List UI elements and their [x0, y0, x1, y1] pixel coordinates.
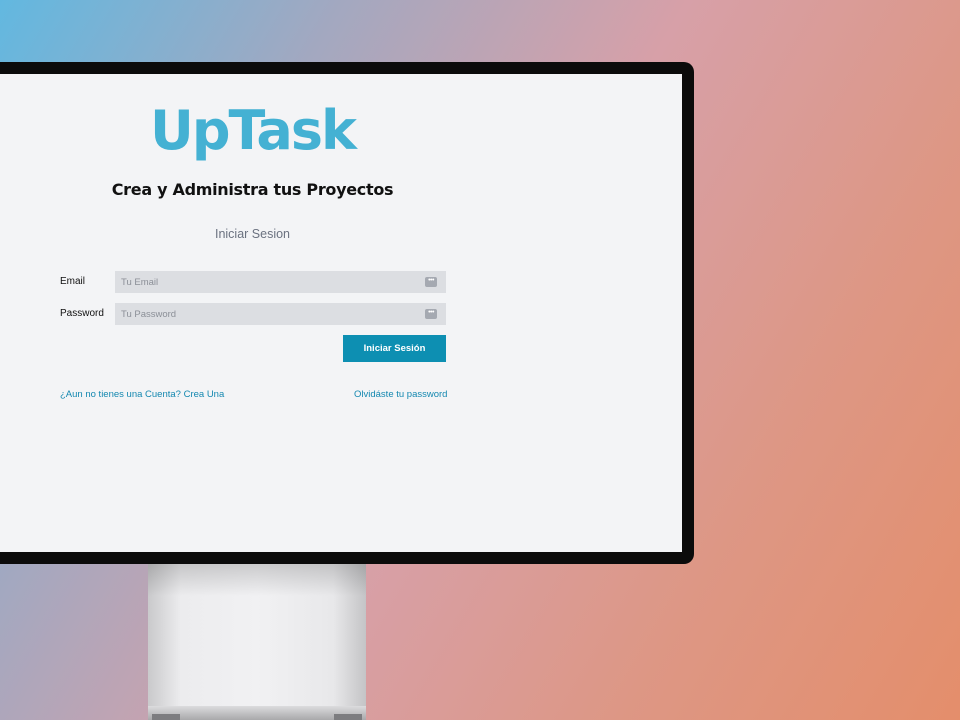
page-title: Iniciar Sesion — [214, 227, 291, 241]
password-manager-icon[interactable]: ••• — [425, 309, 437, 319]
stand-shadow — [148, 560, 366, 596]
login-button[interactable]: Iniciar Sesión — [343, 335, 446, 362]
app-tagline: Crea y Administra tus Proyectos — [111, 180, 394, 199]
password-manager-icon[interactable]: ••• — [425, 277, 437, 287]
password-label: Password — [60, 308, 104, 319]
password-field[interactable] — [115, 303, 446, 325]
forgot-password-link[interactable]: Olvidáste tu password — [354, 389, 447, 400]
register-link[interactable]: ¿Aun no tienes una Cuenta? Crea Una — [60, 389, 224, 400]
stand-foot — [148, 706, 366, 720]
email-label: Email — [60, 276, 86, 287]
app-screen: UpTask Crea y Administra tus Proyectos I… — [0, 74, 682, 552]
email-field[interactable] — [115, 271, 446, 293]
monitor-stand — [148, 560, 366, 720]
app-logo: UpTask — [150, 99, 357, 162]
